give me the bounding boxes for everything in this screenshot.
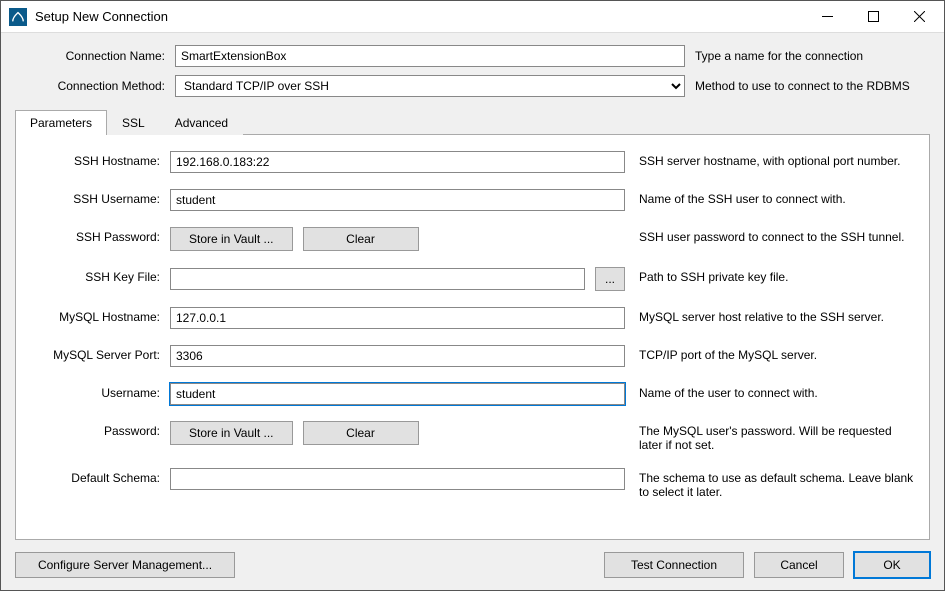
password-label: Password: (28, 421, 170, 438)
mysql-port-row: MySQL Server Port: TCP/IP port of the My… (28, 345, 917, 367)
window-title: Setup New Connection (35, 9, 804, 24)
ok-button[interactable]: OK (854, 552, 930, 578)
cancel-button[interactable]: Cancel (754, 552, 844, 578)
username-label: Username: (28, 383, 170, 400)
ssh-password-desc: SSH user password to connect to the SSH … (625, 227, 917, 244)
maximize-button[interactable] (850, 2, 896, 32)
tabpanel-parameters: SSH Hostname: SSH server hostname, with … (15, 134, 930, 540)
ssh-hostname-label: SSH Hostname: (28, 151, 170, 168)
test-connection-button[interactable]: Test Connection (604, 552, 744, 578)
username-row: Username: Name of the user to connect wi… (28, 383, 917, 405)
connection-method-hint: Method to use to connect to the RDBMS (685, 79, 930, 93)
default-schema-row: Default Schema: The schema to use as def… (28, 468, 917, 499)
titlebar: Setup New Connection (1, 1, 944, 33)
tab-parameters[interactable]: Parameters (15, 110, 107, 135)
tab-advanced[interactable]: Advanced (160, 110, 243, 135)
mysql-hostname-row: MySQL Hostname: MySQL server host relati… (28, 307, 917, 329)
ssh-username-input[interactable] (170, 189, 625, 211)
ssh-hostname-row: SSH Hostname: SSH server hostname, with … (28, 151, 917, 173)
ssh-keyfile-browse-button[interactable]: ... (595, 267, 625, 291)
ssh-keyfile-input[interactable] (170, 268, 585, 290)
ssh-username-desc: Name of the SSH user to connect with. (625, 189, 917, 206)
connection-name-input[interactable] (175, 45, 685, 67)
mysql-hostname-desc: MySQL server host relative to the SSH se… (625, 307, 917, 324)
ssh-password-row: SSH Password: Store in Vault ... Clear S… (28, 227, 917, 251)
ssh-keyfile-row: SSH Key File: ... Path to SSH private ke… (28, 267, 917, 291)
connection-name-label: Connection Name: (15, 49, 175, 63)
close-button[interactable] (896, 2, 942, 32)
mysql-hostname-label: MySQL Hostname: (28, 307, 170, 324)
dialog-body: Connection Name: Type a name for the con… (1, 33, 944, 590)
ssh-password-store-button[interactable]: Store in Vault ... (170, 227, 293, 251)
tab-ssl[interactable]: SSL (107, 110, 160, 135)
default-schema-label: Default Schema: (28, 468, 170, 485)
default-schema-input[interactable] (170, 468, 625, 490)
default-schema-desc: The schema to use as default schema. Lea… (625, 468, 917, 499)
mysql-port-input[interactable] (170, 345, 625, 367)
ssh-username-row: SSH Username: Name of the SSH user to co… (28, 189, 917, 211)
mysql-port-desc: TCP/IP port of the MySQL server. (625, 345, 917, 362)
ssh-password-clear-button[interactable]: Clear (303, 227, 419, 251)
connection-method-row: Connection Method: Standard TCP/IP over … (15, 75, 930, 97)
connection-method-label: Connection Method: (15, 79, 175, 93)
mysql-port-label: MySQL Server Port: (28, 345, 170, 362)
window-controls (804, 2, 942, 32)
dialog-window: Setup New Connection Connection Name: Ty… (0, 0, 945, 591)
ssh-username-label: SSH Username: (28, 189, 170, 206)
ssh-hostname-desc: SSH server hostname, with optional port … (625, 151, 917, 168)
password-row: Password: Store in Vault ... Clear The M… (28, 421, 917, 452)
footer: Configure Server Management... Test Conn… (15, 540, 930, 578)
tabbar: Parameters SSL Advanced (15, 109, 930, 134)
connection-name-row: Connection Name: Type a name for the con… (15, 45, 930, 67)
ssh-hostname-input[interactable] (170, 151, 625, 173)
username-desc: Name of the user to connect with. (625, 383, 917, 400)
mysql-hostname-input[interactable] (170, 307, 625, 329)
password-store-button[interactable]: Store in Vault ... (170, 421, 293, 445)
username-input[interactable] (170, 383, 625, 405)
ssh-keyfile-label: SSH Key File: (28, 267, 170, 284)
connection-name-hint: Type a name for the connection (685, 49, 930, 63)
minimize-button[interactable] (804, 2, 850, 32)
configure-server-button[interactable]: Configure Server Management... (15, 552, 235, 578)
app-icon (9, 8, 27, 26)
connection-method-select[interactable]: Standard TCP/IP over SSH (175, 75, 685, 97)
password-desc: The MySQL user's password. Will be reque… (625, 421, 917, 452)
password-clear-button[interactable]: Clear (303, 421, 419, 445)
ssh-keyfile-desc: Path to SSH private key file. (625, 267, 917, 284)
ssh-password-label: SSH Password: (28, 227, 170, 244)
